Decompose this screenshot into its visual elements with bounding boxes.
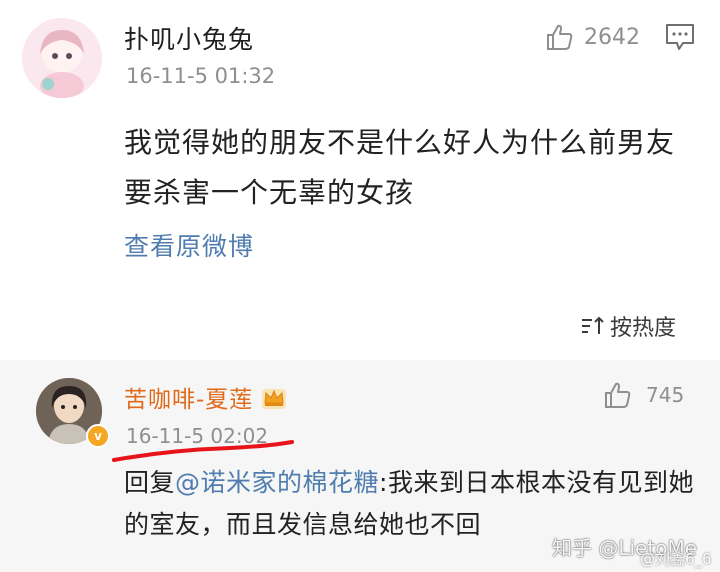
avatar-illustration	[22, 18, 102, 98]
weibo-comments-screen: 扑叽小兔兔 16-11-5 01:32 2642 我觉得她的朋友不是什么好人为什…	[0, 0, 720, 572]
reply-button[interactable]	[664, 22, 696, 56]
avatar[interactable]	[22, 18, 102, 98]
like-count: 745	[646, 383, 685, 407]
comment-timestamp: 16-11-5 01:32	[126, 64, 276, 88]
verified-badge-icon: v	[86, 424, 110, 448]
comment-text: 我觉得她的朋友不是什么好人为什么前男友要杀害一个无辜的女孩	[124, 126, 676, 209]
watermark-secondary: @刘鑫6_6	[640, 550, 712, 568]
thumbs-up-icon	[547, 24, 573, 50]
view-original-weibo-link[interactable]: 查看原微博	[124, 227, 254, 263]
comment-card-1: 扑叽小兔兔 16-11-5 01:32 2642 我觉得她的朋友不是什么好人为什…	[0, 0, 720, 360]
reply-prefix: 回复	[124, 468, 176, 497]
sort-icon	[582, 316, 604, 334]
mention-link[interactable]: @诺米家的棉花糖	[175, 468, 379, 497]
crown-icon	[262, 389, 287, 409]
thumbs-up-icon	[605, 382, 631, 408]
like-button[interactable]: 2642	[544, 22, 640, 52]
sort-label: 按热度	[610, 316, 677, 341]
like-button[interactable]: 745	[602, 380, 684, 410]
comment-username-row[interactable]: 苦咖啡-夏莲	[124, 380, 289, 414]
comment-username[interactable]: 苦咖啡-夏莲	[124, 380, 253, 414]
like-count: 2642	[584, 24, 640, 50]
comment-icon	[666, 24, 694, 50]
sort-by-popularity-button[interactable]: 按热度	[580, 310, 676, 342]
comment-username[interactable]: 扑叽小兔兔	[124, 20, 254, 56]
